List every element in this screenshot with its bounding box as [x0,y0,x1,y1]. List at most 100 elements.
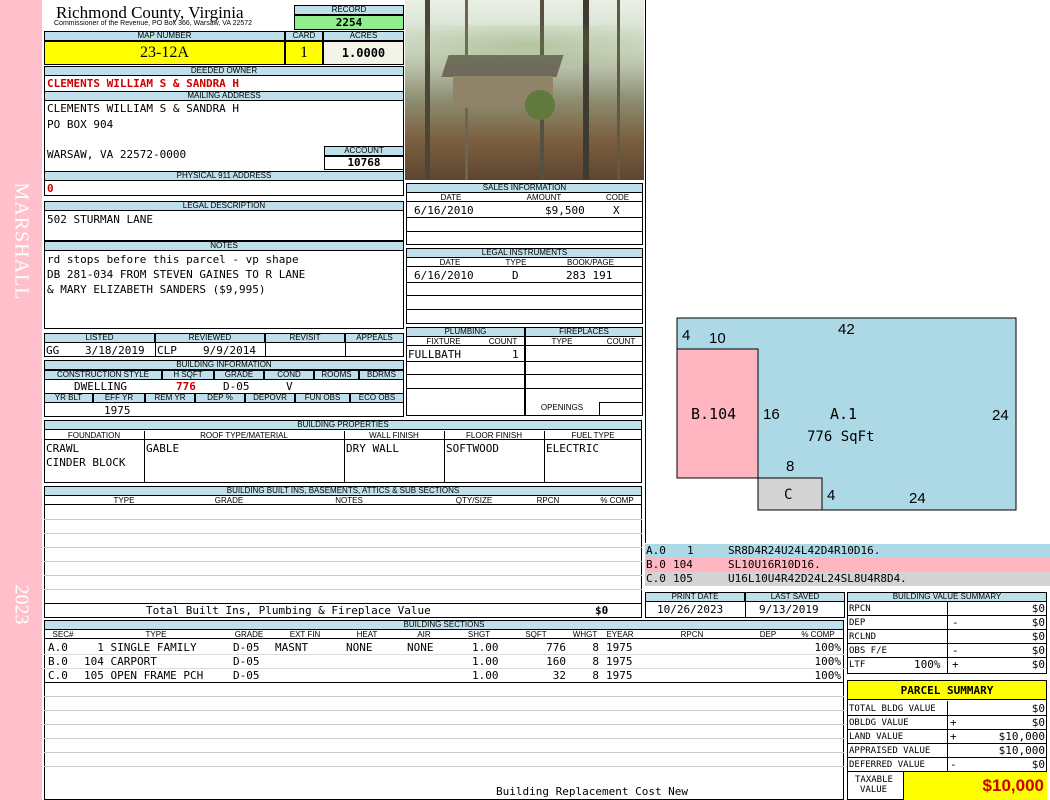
notes-label: NOTES [44,241,404,251]
floor-value: SOFTWOOD [446,442,499,455]
rpcn-value: $0 [1031,602,1045,615]
col-dep: DEP [744,630,792,639]
print-date-label: PRINT DATE [645,592,745,602]
deeded-owner-label: DEEDED OWNER [44,66,404,76]
obs-value: $0 [1031,644,1045,657]
physical-address-label: PHYSICAL 911 ADDRESS [44,171,404,181]
legend-c-path: U16L10U4R42D24L24SL8U4R8D4. [728,572,907,585]
ltf-pct: 100% [914,658,941,671]
dim-4-bottom: 4 [827,487,835,504]
print-date: 10/26/2023 [657,603,724,616]
ltf-label: LTF [849,660,866,670]
obldg-value: $0 [1031,716,1045,729]
plumbing-label: PLUMBING [406,327,525,337]
total-bldg-label: TOTAL BLDG VALUE [849,704,936,714]
row-b-sec: B.0 [48,655,68,668]
row-b-comp: 100% [814,655,842,668]
legal-book: 283 191 [566,269,613,282]
mailing-line-2: PO BOX 904 [47,118,114,131]
hsqft-value: 776 [176,380,196,393]
fuel-label: FUEL TYPE [544,431,642,440]
legal-description-label: LEGAL DESCRIPTION [44,201,404,211]
replacement-cost-label: Building Replacement Cost New [496,785,689,798]
row-a-comp: 100% [814,641,842,654]
notes-line-1: rd stops before this parcel - vp shape [47,253,299,266]
row-b-shgt: 1.00 [472,655,499,668]
depovr-label: DEPOVR [245,393,295,403]
dim-24-bottom: 24 [909,490,926,507]
legend-row-a: A.0 1 SR8D4R24U24L42D4R10D16. [645,544,1050,558]
builtins-comp-label: % COMP [592,496,642,505]
building-info-label: BUILDING INFORMATION [44,360,404,370]
rclnd-label: RCLND [849,632,877,642]
builtins-grade-label: GRADE [204,496,254,505]
builtins-label: BUILDING BUILT INS, BASEMENTS, ATTICS & … [44,486,642,496]
revisit-label: REVISIT [265,333,345,343]
legend-c-code: 105 [673,572,693,585]
col-shgt: SHGT [456,630,502,639]
appraised-label: APPRAISED VALUE [849,746,931,756]
mailing-address-label: MAILING ADDRESS [44,91,404,101]
cond-value: V [286,380,293,393]
rclnd-value: $0 [1031,630,1045,643]
last-saved-label: LAST SAVED [745,592,845,602]
label-sqft: 776 SqFt [807,429,874,445]
legal-type-label: TYPE [494,258,538,267]
taxable-label-2: VALUE [860,785,888,795]
sidebar-name-text: MARSHALL [10,182,33,301]
row-a-grade: D-05 [233,641,260,654]
row-b-type: 104 CARPORT [84,655,157,668]
sales-amount-label: AMOUNT [496,193,592,202]
row-a-sec: A.0 [48,641,68,654]
foundation-label: FOUNDATION [44,431,144,440]
effyr-value: 1975 [104,404,131,417]
row-a-ext: MASNT [275,641,309,654]
row-c-comp: 100% [814,669,842,682]
property-photo [405,0,644,180]
funobs-label: FUN OBS [295,393,350,403]
foundation-2: CINDER BLOCK [46,456,126,469]
dep-value: $0 [1031,616,1045,629]
taxable-value: $10,000 [903,772,1047,800]
sales-label: SALES INFORMATION [406,183,643,193]
col-whgt: WHGT [570,630,600,639]
fixture-value: FULLBATH [408,348,461,361]
row-a-eyear: 1975 [606,641,633,654]
col-sqft: SQFT [502,630,570,639]
dim-16: 16 [763,406,780,423]
grade-value: D-05 [223,380,250,393]
col-comp: % COMP [792,630,844,639]
notes-line-2: DB 281-034 FROM STEVEN GAINES TO R LANE [47,268,306,281]
legend-b-code: 104 [673,558,693,571]
roof-label: ROOF TYPE/MATERIAL [144,431,344,440]
account-label: ACCOUNT [324,146,404,156]
bdrms-label: BDRMS [359,370,404,380]
builtins-total-label: Total Built Ins, Plumbing & Fireplace Va… [146,604,431,617]
rpcn-label: RPCN [849,604,871,614]
row-b-eyear: 1975 [606,655,633,668]
mailing-line-1: CLEMENTS WILLIAM S & SANDRA H [47,102,240,115]
legal-type: D [512,269,519,282]
plumbing-count-label: COUNT [481,337,525,346]
row-c-grade: D-05 [233,669,260,682]
obs-label: OBS F/E [849,646,887,656]
deferred-label: DEFERRED VALUE [849,760,925,770]
appeals-label: APPEALS [345,333,404,343]
record-label: RECORD [294,5,404,15]
builtins-total: $0 [595,604,609,617]
acres-value: 1.0000 [323,41,404,65]
commissioner-address: Commissioner of the Revenue, PO Box 366,… [54,20,253,27]
legend-row-c: C.0 105 U16L10U4R42D24L24SL8U4R8D4. [645,572,1050,586]
sales-code-label: CODE [592,193,643,202]
land-value: $10,000 [998,730,1045,743]
reviewed-date: 9/9/2014 [203,344,256,357]
col-ext: EXT FIN [268,630,342,639]
appraised-value: $10,000 [998,744,1045,757]
map-number-label: MAP NUMBER [44,31,285,41]
builtins-type-label: TYPE [44,496,204,505]
legend-a-sec: A.0 [646,544,666,557]
fireplace-type-label: TYPE [525,337,599,346]
legal-date: 6/16/2010 [414,269,474,282]
row-c-eyear: 1975 [606,669,633,682]
notes-line-3: & MARY ELIZABETH SANDERS ($9,995) [47,283,266,296]
